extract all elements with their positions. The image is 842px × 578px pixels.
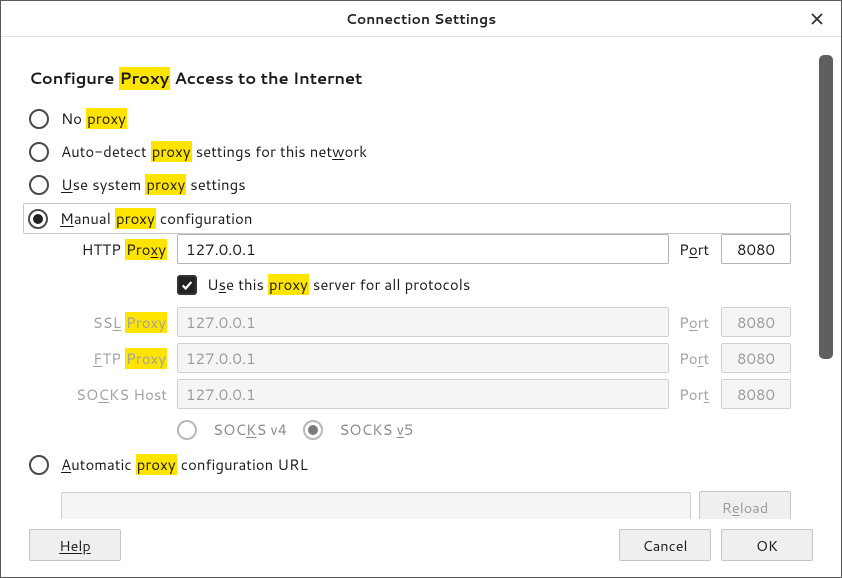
scrollbar-thumb[interactable] bbox=[819, 55, 833, 359]
socks-version-row: SOCKS v4 SOCKS v5 bbox=[177, 415, 791, 444]
http-proxy-port-input[interactable] bbox=[721, 234, 791, 264]
window-title: Connection Settings bbox=[1, 9, 841, 29]
use-for-all-checkbox[interactable] bbox=[177, 275, 197, 295]
radio-auto-url-label: Automatic proxy configuration URL bbox=[61, 454, 308, 475]
ok-button-label: OK bbox=[756, 535, 778, 556]
http-proxy-host-input[interactable] bbox=[177, 234, 669, 264]
radio-manual-proxy-row: Manual proxy configuration bbox=[23, 203, 791, 234]
radio-system-proxy[interactable] bbox=[29, 175, 49, 195]
proxy-form-grid: HTTP Proxy Port Use this proxy server fo… bbox=[61, 234, 791, 444]
radio-socks-v5 bbox=[303, 420, 323, 440]
reload-button: Reload bbox=[699, 491, 791, 519]
ssl-proxy-host-input bbox=[177, 307, 669, 337]
radio-auto-detect-label: Auto-detect proxy settings for this netw… bbox=[61, 141, 367, 162]
ftp-proxy-port-label: Port bbox=[675, 348, 715, 369]
socks-host-label: SOCKS Host bbox=[61, 384, 171, 405]
radio-no-proxy-row: No proxy bbox=[29, 104, 791, 137]
radio-auto-url[interactable] bbox=[29, 455, 49, 475]
ssl-proxy-port-input bbox=[721, 307, 791, 337]
close-button[interactable] bbox=[797, 1, 837, 37]
socks-port-input bbox=[721, 379, 791, 409]
radio-system-proxy-label: Use system proxy settings bbox=[61, 174, 246, 195]
radio-system-proxy-row: Use system proxy settings bbox=[29, 170, 791, 203]
radio-socks-v5-label: SOCKS v5 bbox=[339, 419, 413, 440]
reload-button-label: Reload bbox=[722, 497, 769, 518]
ssl-proxy-port-label: Port bbox=[675, 312, 715, 333]
help-button-label: Help bbox=[59, 535, 90, 556]
dialog-content: Configure Proxy Access to the Internet N… bbox=[1, 37, 819, 519]
ftp-proxy-port-input bbox=[721, 343, 791, 373]
vertical-scrollbar[interactable] bbox=[819, 55, 833, 359]
connection-settings-dialog: Connection Settings Configure Proxy Acce… bbox=[0, 0, 842, 578]
help-button[interactable]: Help bbox=[29, 529, 121, 561]
ftp-proxy-host-input bbox=[177, 343, 669, 373]
ok-button[interactable]: OK bbox=[721, 529, 813, 561]
radio-socks-v4 bbox=[177, 420, 197, 440]
socks-host-input bbox=[177, 379, 669, 409]
radio-auto-url-row: Automatic proxy configuration URL bbox=[29, 450, 791, 483]
http-proxy-port-label: Port bbox=[675, 239, 715, 260]
close-icon bbox=[810, 12, 824, 26]
check-icon bbox=[180, 278, 194, 292]
radio-auto-detect-row: Auto-detect proxy settings for this netw… bbox=[29, 137, 791, 170]
radio-no-proxy-label: No proxy bbox=[61, 108, 127, 129]
radio-manual-proxy[interactable] bbox=[28, 209, 48, 229]
ssl-proxy-label: SSL Proxy bbox=[61, 312, 171, 333]
radio-auto-detect[interactable] bbox=[29, 142, 49, 162]
ftp-proxy-label: FTP Proxy bbox=[61, 348, 171, 369]
use-for-all-label: Use this proxy server for all protocols bbox=[207, 274, 470, 295]
radio-manual-proxy-label: Manual proxy configuration bbox=[60, 208, 252, 229]
auto-url-input bbox=[61, 492, 691, 519]
socks-port-label: Port bbox=[675, 384, 715, 405]
cancel-button-label: Cancel bbox=[642, 535, 687, 556]
section-heading: Configure Proxy Access to the Internet bbox=[29, 67, 791, 90]
radio-no-proxy[interactable] bbox=[29, 109, 49, 129]
http-proxy-label: HTTP Proxy bbox=[61, 239, 171, 260]
dialog-button-bar: Help Cancel OK bbox=[1, 519, 841, 577]
auto-url-input-row: Reload bbox=[61, 491, 791, 519]
use-for-all-row: Use this proxy server for all protocols bbox=[177, 270, 791, 301]
cancel-button[interactable]: Cancel bbox=[619, 529, 711, 561]
radio-socks-v4-label: SOCKS v4 bbox=[213, 419, 287, 440]
titlebar: Connection Settings bbox=[1, 1, 841, 37]
